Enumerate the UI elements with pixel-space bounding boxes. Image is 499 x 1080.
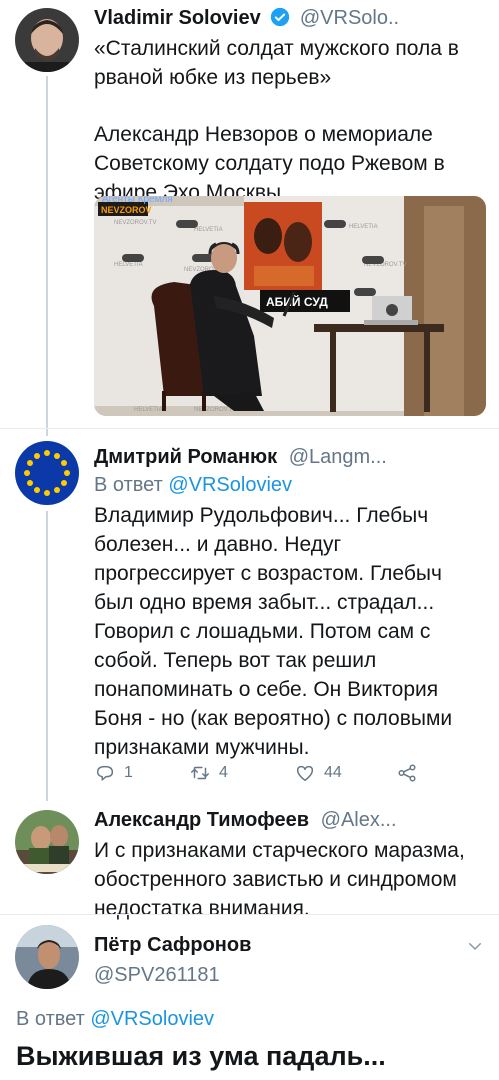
avatar[interactable]	[15, 810, 79, 874]
reply-prefix: В ответ	[16, 1008, 85, 1030]
tweet-text-line: прогрессирует с возрастом. Глебыч	[94, 562, 442, 585]
svg-text:HELVETIA: HELVETIA	[114, 262, 143, 268]
watermark: Агенты Кремля	[102, 196, 173, 205]
author-handle[interactable]: @VRSolo..	[300, 7, 399, 29]
chevron-down-icon[interactable]	[466, 937, 484, 955]
retweet-count: 4	[219, 764, 228, 781]
like-count: 44	[324, 764, 342, 781]
reply-handle-link[interactable]: @VRSoloviev	[168, 474, 292, 496]
reply-context: В ответ @VRSoloviev	[94, 473, 292, 497]
tweet-safronov[interactable]: Пётр Сафронов @SPV261181 В ответ @VRSolo…	[0, 915, 499, 1080]
tweet-text-line: Боня - но (как вероятно) с половыми	[94, 707, 453, 730]
svg-text:HELVETIA: HELVETIA	[194, 227, 223, 233]
tweet-text-line: И с признаками старческого маразма,	[94, 839, 465, 862]
tweet-text-line: Говорил с лошадьми. Потом сам с	[94, 620, 431, 643]
share-button[interactable]	[396, 760, 418, 786]
tweet-romanyuk[interactable]: Дмитрий Романюк @Langm... В ответ @VRSol…	[0, 429, 499, 801]
tweet-text-line: «Сталинский солдат мужского пола в	[94, 37, 459, 60]
author-name[interactable]: Александр Тимофеев	[94, 809, 309, 831]
share-icon	[398, 764, 416, 782]
author-name[interactable]: Vladimir Soloviev	[94, 7, 261, 29]
author-name[interactable]: Пётр Сафронов	[94, 934, 251, 956]
tweet-text-line: Владимир Рудольфович... Глебыч	[94, 504, 429, 527]
tweet-text: «Сталинский солдат мужского пола в рвано…	[94, 34, 494, 207]
tweet-text-line: признаками мужчины.	[94, 736, 310, 759]
reply-count: 1	[124, 764, 133, 781]
avatar[interactable]	[15, 8, 79, 72]
tweet-text: Владимир Рудольфович... Глебыч болезен..…	[94, 501, 494, 762]
sign-text: АБИЙ СУД	[266, 294, 328, 309]
studio-logo: NEVZOROV	[101, 205, 152, 215]
author-name[interactable]: Дмитрий Романюк	[94, 446, 277, 468]
tweet-header: Пётр Сафронов	[94, 933, 251, 957]
tweet-header: Александр Тимофеев @Alex...	[94, 808, 397, 832]
avatar[interactable]	[15, 441, 79, 505]
tweet-text-line: собой. Теперь вот так решил	[94, 649, 377, 672]
tweet-text: И с признаками старческого маразма, обос…	[94, 836, 499, 923]
like-button[interactable]: 44	[294, 760, 342, 786]
svg-text:NEVZOROV.TV: NEVZOROV.TV	[114, 220, 156, 226]
avatar[interactable]	[15, 925, 79, 989]
svg-text:HELVETIA: HELVETIA	[134, 407, 163, 413]
tweet-handle-row: @SPV261181	[94, 963, 220, 987]
tweet-text-line: обостренного завистью и синдромом	[94, 868, 457, 891]
tweet-text: Выжившая из ума падаль...	[16, 1041, 386, 1071]
tweet-text-line: болезен... и давно. Недуг	[94, 533, 342, 556]
tweet-header: Дмитрий Романюк @Langm...	[94, 445, 387, 469]
svg-text:HELVETIA: HELVETIA	[349, 224, 378, 230]
reply-button[interactable]: 1	[94, 760, 133, 786]
author-handle[interactable]: @Langm...	[289, 446, 387, 468]
verified-badge-icon	[271, 7, 290, 27]
retweet-icon	[191, 766, 209, 780]
tweet-header: Vladimir Soloviev @VRSolo..	[94, 6, 399, 30]
tweet-media-image[interactable]: NEVZOROV.TV HELVETIA HELVETIA NEVZOROV.TV …	[94, 196, 486, 416]
tweet-timofeev[interactable]: Александр Тимофеев @Alex... И с признака…	[0, 800, 499, 920]
tweet-text-line: Александр Невзоров о мемориале	[94, 123, 433, 146]
tweet-text-line: Советскому солдату подо Ржевом в	[94, 152, 445, 175]
tweet-text-line: был одно время забыт... страдал...	[94, 591, 435, 614]
reply-prefix: В ответ	[94, 474, 163, 496]
tweet-text-line: понапоминать о себе. Он Виктория	[94, 678, 439, 701]
reply-handle-link[interactable]: @VRSoloviev	[90, 1008, 214, 1030]
reply-icon	[96, 765, 114, 781]
thread-line	[46, 76, 48, 436]
tweet-text-line: рваной юбке из перьев»	[94, 66, 332, 89]
retweet-button[interactable]: 4	[189, 760, 228, 786]
author-handle[interactable]: @SPV261181	[94, 964, 220, 986]
like-icon	[296, 765, 314, 782]
tweet-actions: 1 4 44	[94, 760, 434, 786]
reply-context: В ответ @VRSoloviev	[16, 1007, 214, 1031]
thread-line	[46, 511, 48, 801]
author-handle[interactable]: @Alex...	[321, 809, 397, 831]
tweet-soloviev[interactable]: Vladimir Soloviev @VRSolo.. «Сталинский …	[0, 0, 499, 436]
